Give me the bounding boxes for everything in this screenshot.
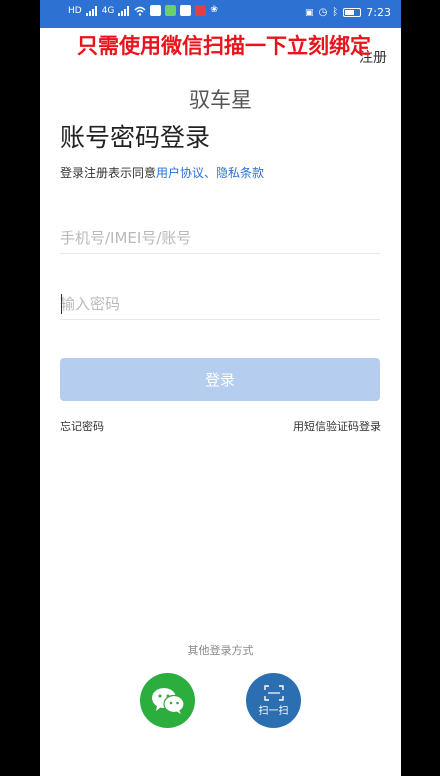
status-right: ▣ ◷ ᛒ 7:23 [305,6,391,19]
wifi-icon [134,6,146,16]
scan-login-button[interactable]: 扫一扫 [246,673,301,728]
forgot-password-link[interactable]: 忘记密码 [60,418,104,434]
hd-label: HD [68,5,82,16]
privacy-terms-link[interactable]: 隐私条款 [216,166,264,180]
alarm-icon: ◷ [318,7,328,18]
overlay-banner: 只需使用微信扫描一下立刻绑定 [77,34,371,58]
other-login-title: 其他登录方式 [187,644,254,657]
agreement-separator: 、 [204,166,217,180]
password-input[interactable] [60,290,380,318]
signal-icon [85,5,97,16]
network-label: 4G [101,5,115,16]
status-left: HD 4G ❀ [68,5,221,16]
sms-login-link[interactable]: 用短信验证码登录 [293,418,381,434]
status-bar: HD 4G ❀ ▣ ◷ ᛒ 7:23 [40,0,401,28]
bluetooth-icon: ᛒ [332,7,339,18]
huawei-icon: ❀ [210,5,218,15]
account-input[interactable] [60,224,380,252]
nfc-icon: ▣ [305,7,314,18]
app-name: 驭车星 [189,88,252,112]
signal-icon [118,5,130,16]
user-agreement-link[interactable]: 用户协议 [156,166,204,180]
wechat-login-button[interactable] [140,673,195,728]
account-field [60,224,380,254]
battery-icon [343,8,362,17]
status-time: 7:23 [366,6,391,19]
app-notification-icon [150,5,162,16]
agreement-text: 登录注册表示同意用户协议、隐私条款 [60,164,264,181]
photo-icon [180,5,192,16]
password-field [60,290,380,320]
page-title: 账号密码登录 [60,123,211,152]
agreement-prefix: 登录注册表示同意 [60,166,157,180]
scan-label: 扫一扫 [258,705,289,717]
app-notification-icon [165,5,177,16]
login-button[interactable]: 登录 [60,358,380,401]
video-icon [195,5,207,16]
wechat-icon [151,687,185,714]
phone-screen: HD 4G ❀ ▣ ◷ ᛒ 7:23 只需使用微信扫描一下立刻绑定 注册 驭车星… [40,0,401,776]
text-cursor [61,294,62,314]
scan-icon [263,684,284,701]
